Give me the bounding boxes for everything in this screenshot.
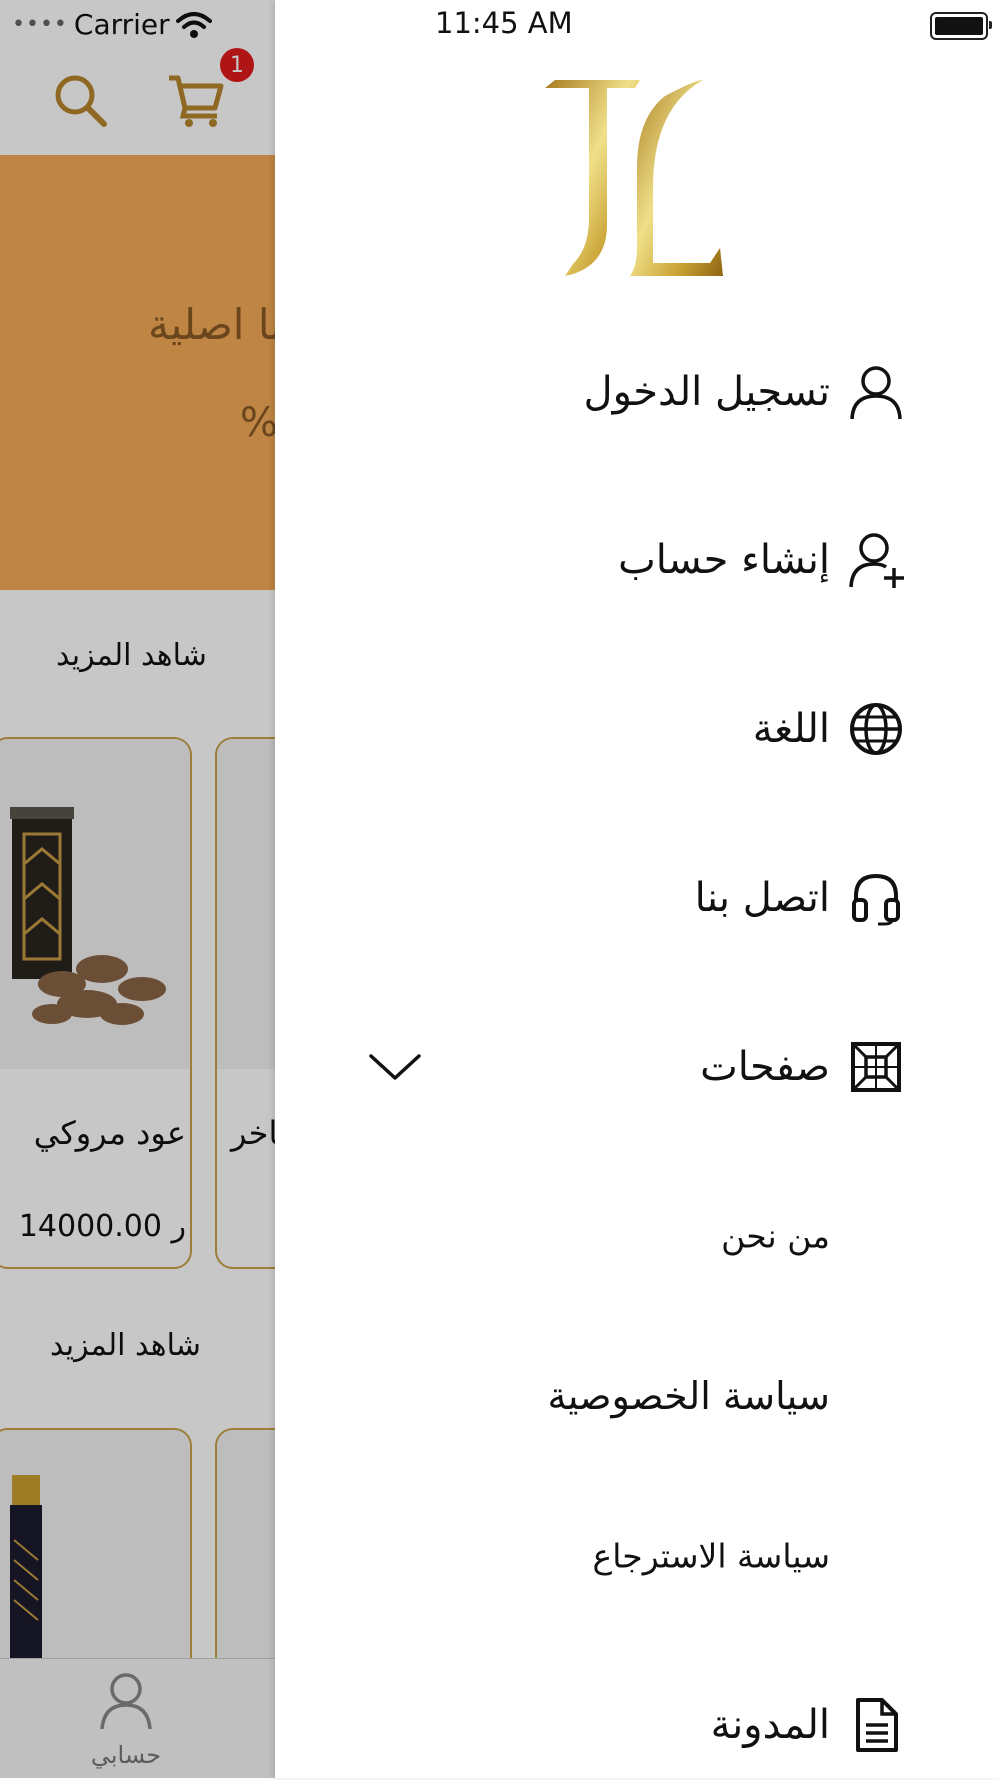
chevron-down-icon[interactable]	[368, 1052, 422, 1082]
menu-pages-label: صفحات	[700, 1044, 830, 1090]
menu-pages[interactable]: صفحات	[275, 1012, 1000, 1122]
menu-register-label: إنشاء حساب	[618, 537, 830, 583]
background-app: •••• Carrier 1 تنا اصلية % شاهد المزيد	[0, 0, 275, 1778]
submenu-about-us-label: من نحن	[721, 1216, 830, 1256]
pages-icon	[851, 1042, 901, 1092]
brand-logo	[545, 80, 723, 276]
submenu-privacy-policy-label: سياسة الخصوصية	[547, 1374, 830, 1418]
submenu-return-policy-label: سياسة الاسترجاع	[592, 1536, 830, 1576]
status-time: 11:45 AM	[435, 6, 573, 40]
menu-login-label: تسجيل الدخول	[583, 369, 830, 415]
menu-login[interactable]: تسجيل الدخول	[275, 337, 1000, 447]
submenu-about-us[interactable]: من نحن	[275, 1191, 1000, 1281]
menu-register[interactable]: إنشاء حساب	[275, 505, 1000, 615]
menu-blog[interactable]: المدونة	[275, 1670, 1000, 1780]
battery-icon	[930, 12, 992, 40]
submenu-privacy-policy[interactable]: سياسة الخصوصية	[275, 1351, 1000, 1441]
menu-contact[interactable]: اتصل بنا	[275, 843, 1000, 953]
globe-icon	[850, 703, 902, 755]
headset-icon	[852, 873, 900, 926]
navigation-drawer: 11:45 AM تسجيل الدخول إنشاء حساب اللغة ا…	[275, 0, 1000, 1778]
menu-language-label: اللغة	[752, 706, 830, 752]
user-icon	[850, 366, 902, 420]
menu-contact-label: اتصل بنا	[694, 875, 830, 921]
submenu-return-policy[interactable]: سياسة الاسترجاع	[275, 1511, 1000, 1601]
user-plus-icon	[849, 533, 904, 588]
menu-language[interactable]: اللغة	[275, 674, 1000, 784]
drawer-overlay[interactable]	[0, 0, 275, 1778]
menu-blog-label: المدونة	[710, 1702, 830, 1748]
document-icon	[856, 1698, 898, 1752]
